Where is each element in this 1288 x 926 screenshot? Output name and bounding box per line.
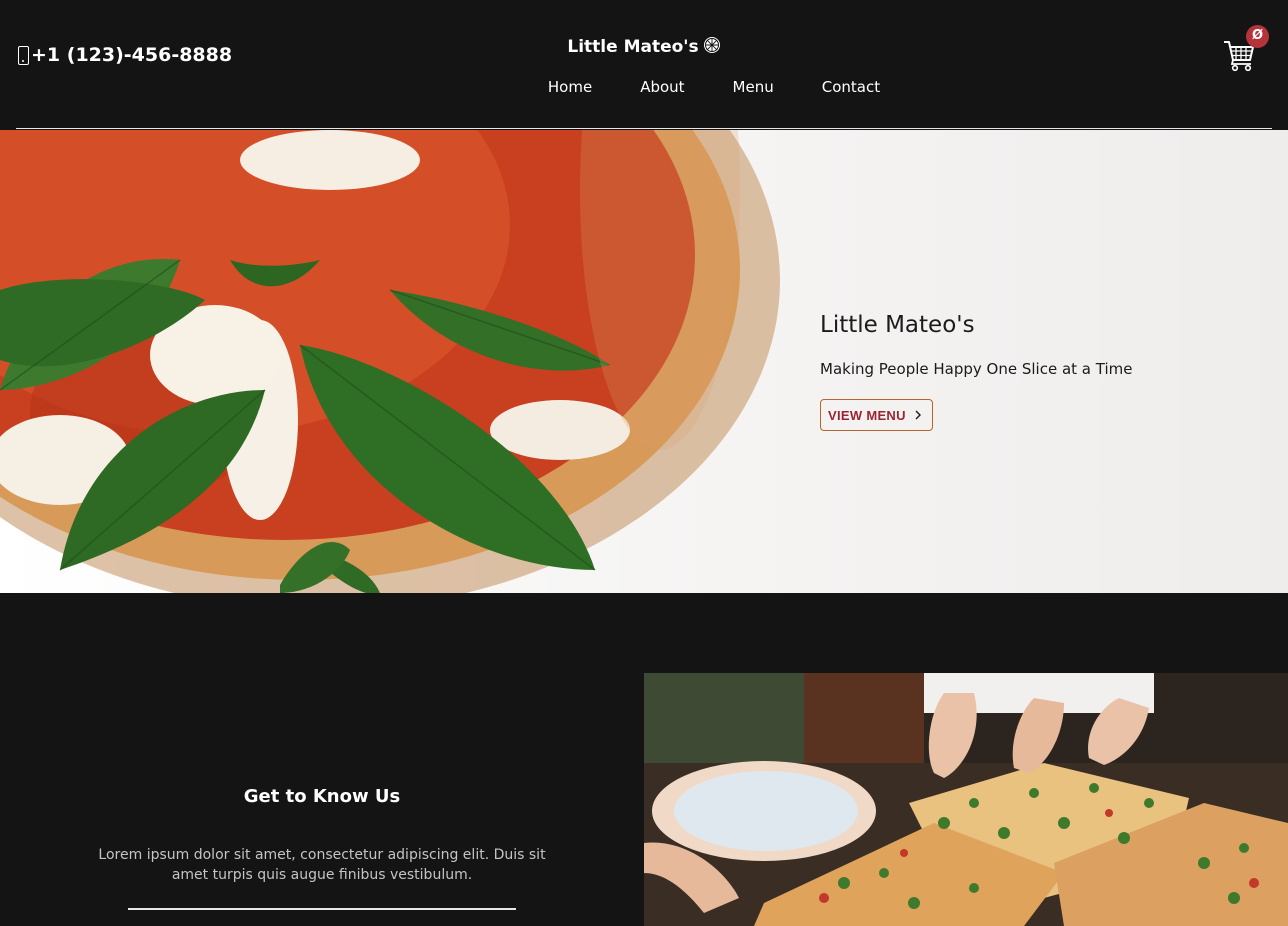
about-title: Get to Know Us	[243, 786, 401, 807]
about-divider	[128, 908, 516, 910]
main-nav: Home About Menu Contact	[0, 78, 1288, 96]
hero-text: Little Mateo's Making People Happy One S…	[820, 312, 1132, 431]
nav-about[interactable]: About	[640, 78, 684, 96]
cart-count-badge: Ø	[1246, 25, 1269, 48]
site-brand[interactable]: Little Mateo's	[0, 36, 1288, 57]
hero-subtitle: Making People Happy One Slice at a Time	[820, 360, 1133, 378]
hero-banner: Little Mateo's Making People Happy One S…	[0, 130, 1288, 593]
nav-home[interactable]: Home	[548, 78, 592, 96]
hero-title: Little Mateo's	[820, 312, 975, 338]
pizza-icon	[703, 37, 720, 53]
view-menu-button[interactable]: VIEW MENU	[820, 399, 933, 431]
friends-sharing-pizza-image	[644, 673, 1288, 926]
nav-contact[interactable]: Contact	[822, 78, 880, 96]
site-header: +1 (123)-456-8888 Little Mateo's Home Ab…	[0, 0, 1288, 130]
header-divider	[16, 128, 1272, 129]
pizza-image	[0, 130, 780, 593]
view-menu-label: VIEW MENU	[828, 407, 906, 423]
about-text: Lorem ipsum dolor sit amet, consectetur …	[98, 847, 546, 883]
nav-menu[interactable]: Menu	[733, 78, 774, 96]
chevron-right-icon	[915, 410, 921, 420]
brand-name: Little Mateo's	[567, 37, 699, 57]
